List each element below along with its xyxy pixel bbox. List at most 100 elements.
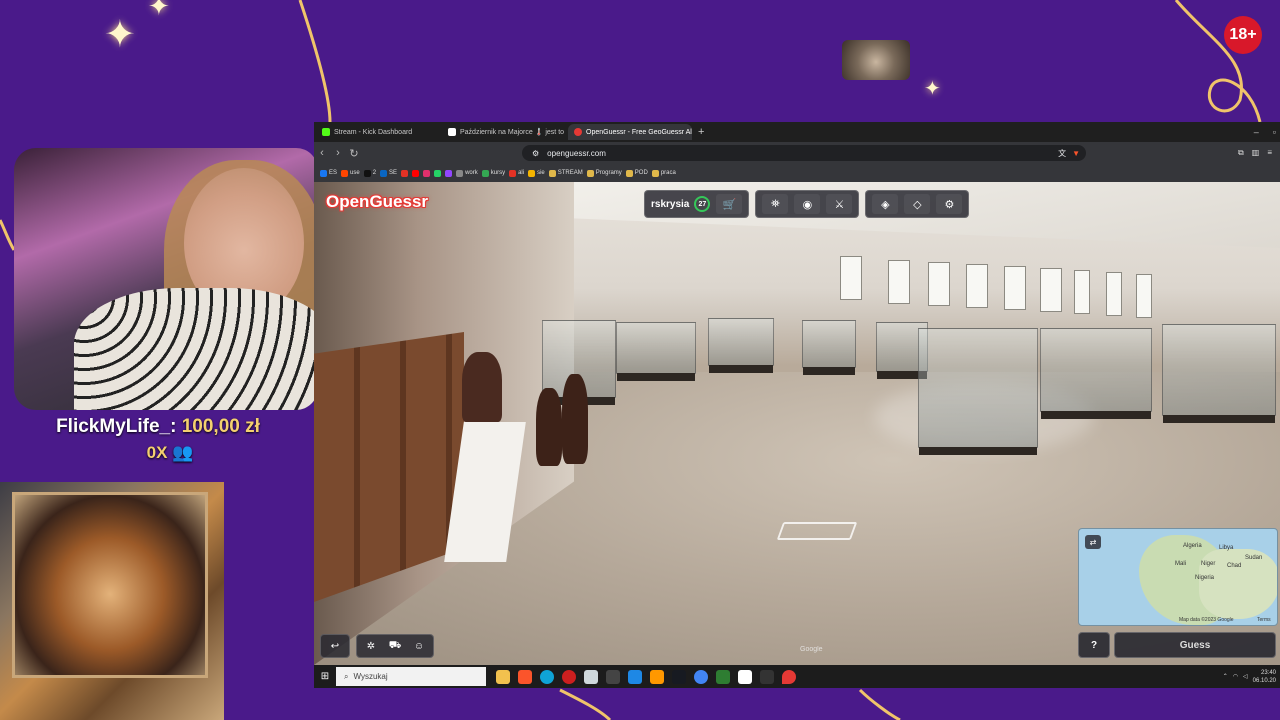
- opera-icon[interactable]: [562, 669, 576, 684]
- app-icon[interactable]: [584, 669, 598, 684]
- steam-icon[interactable]: [672, 669, 686, 684]
- map-label: Libya: [1219, 545, 1234, 551]
- tiktok-icon: [448, 128, 456, 136]
- map-terms[interactable]: Terms: [1257, 617, 1271, 623]
- obs-icon[interactable]: [760, 669, 774, 684]
- volume-icon[interactable]: ◁: [1243, 673, 1248, 680]
- tab-kick-dashboard[interactable]: Stream - Kick Dashboard: [316, 124, 440, 140]
- taskbar-clock[interactable]: 23:40 06.10.20: [1253, 669, 1276, 685]
- map-label: Sudan: [1245, 555, 1263, 561]
- museum-window: [966, 264, 988, 308]
- chevron-up-icon[interactable]: ⌃: [1223, 673, 1228, 680]
- streamer-webcam: [14, 148, 318, 410]
- bookmark-item[interactable]: [401, 169, 409, 177]
- undo-icon[interactable]: ↩: [325, 638, 345, 654]
- bookmark-folder[interactable]: Programy: [586, 169, 622, 177]
- bookmark-folder[interactable]: POD: [625, 169, 648, 177]
- bookmark-item[interactable]: ali: [509, 169, 524, 177]
- brave-icon[interactable]: [518, 669, 532, 684]
- guess-minimap[interactable]: ⇄ Algeria Libya Mali Niger Chad Nigeria …: [1078, 528, 1278, 626]
- donation-alert: FlickMyLife_: 100,00 zł: [0, 416, 316, 438]
- browser-window: Stream - Kick Dashboard Październik na M…: [314, 122, 1280, 688]
- app-icon[interactable]: [650, 669, 664, 684]
- tab-title: Październik na Majorce 🌡️ jest to na: [460, 129, 566, 136]
- wifi-icon[interactable]: ◠: [1233, 673, 1238, 680]
- age-rating-badge: 18+: [1224, 16, 1262, 54]
- bug-icon[interactable]: ✲: [361, 638, 381, 654]
- shop-cart-icon[interactable]: 🛒: [716, 194, 743, 214]
- tab-title: Stream - Kick Dashboard: [334, 128, 413, 136]
- new-tab-button[interactable]: +: [698, 126, 704, 138]
- display-case: [1162, 324, 1276, 423]
- people-icon: 👥: [172, 443, 194, 462]
- bookmark-item[interactable]: [445, 169, 453, 177]
- user-profile[interactable]: rskrysia 27: [651, 196, 711, 212]
- app-icon[interactable]: [738, 669, 752, 684]
- address-bar[interactable]: ⚙ openguessr.com 文 ▼: [522, 145, 1086, 161]
- map-label: Nigeria: [1195, 575, 1215, 581]
- cat-camera: [0, 482, 224, 720]
- bookmark-item[interactable]: ES: [320, 169, 337, 177]
- extensions-icon[interactable]: ⧉: [1238, 148, 1244, 158]
- minimize-icon[interactable]: –: [1254, 127, 1259, 137]
- bookmark-folder[interactable]: praca: [651, 169, 676, 177]
- windows-taskbar: ⊞ ⌕ Wyszukaj ⌃ ◠ ◁ 23:40 06.10.20: [314, 665, 1280, 688]
- menu-icon[interactable]: ≡: [1267, 148, 1272, 158]
- navigation-arrow[interactable]: [776, 522, 858, 540]
- brave-shield-icon[interactable]: ▼: [1072, 149, 1080, 158]
- app-icon[interactable]: [606, 669, 620, 684]
- mode-group: ⛯ ◉ ⚔: [755, 190, 860, 218]
- map-pin-icon[interactable]: [782, 669, 796, 684]
- app-icon[interactable]: [716, 669, 730, 684]
- stack-icon[interactable]: ◇: [904, 194, 931, 214]
- wooden-vase: [562, 374, 588, 464]
- expand-map-icon[interactable]: ⇄: [1085, 535, 1101, 549]
- translate-icon[interactable]: 文: [1058, 148, 1066, 159]
- bookmark-item[interactable]: kursy: [481, 169, 505, 177]
- bookmark-item[interactable]: use: [341, 169, 360, 177]
- bookmark-folder[interactable]: STREAM: [548, 169, 583, 177]
- bookmark-item[interactable]: work: [456, 169, 478, 177]
- bookmark-item[interactable]: SE: [380, 169, 397, 177]
- crossed-swords-icon[interactable]: ⚔: [826, 194, 853, 214]
- level-badge: 27: [694, 196, 711, 212]
- museum-window: [1004, 266, 1026, 310]
- incognito-icon[interactable]: ◉: [794, 194, 821, 214]
- viewer-counter: 0X 👥: [0, 443, 340, 463]
- robot-icon[interactable]: ☺: [409, 638, 429, 654]
- help-button[interactable]: ?: [1078, 632, 1110, 658]
- maximize-icon[interactable]: ▫: [1273, 127, 1276, 137]
- reload-icon[interactable]: ↻: [346, 147, 362, 160]
- map-attribution: Map data ©2023 Google: [1179, 617, 1234, 623]
- wooden-vase: [536, 388, 562, 466]
- map-pin-icon[interactable]: ⛯: [762, 194, 789, 214]
- username: rskrysia: [651, 198, 690, 210]
- windows-start-icon[interactable]: ⊞: [314, 671, 336, 682]
- back-icon[interactable]: ‹: [314, 147, 330, 159]
- search-placeholder: Wyszukaj: [353, 672, 388, 681]
- settings-group: ◈ ◇ ⚙: [865, 190, 970, 218]
- tab-openguessr[interactable]: OpenGuessr - Free GeoGuessr Al: [568, 124, 692, 140]
- sidebar-icon[interactable]: ▥: [1252, 148, 1260, 158]
- bookmark-item[interactable]: [434, 169, 442, 177]
- bookmark-item[interactable]: [423, 169, 431, 177]
- app-icon[interactable]: [628, 669, 642, 684]
- layers-icon[interactable]: ◈: [872, 194, 899, 214]
- taskbar-search[interactable]: ⌕ Wyszukaj: [336, 667, 486, 686]
- bookmark-item[interactable]: 2: [363, 169, 376, 177]
- user-group: rskrysia 27 🛒: [644, 190, 750, 218]
- bookmark-item[interactable]: [412, 169, 420, 177]
- forward-icon[interactable]: ›: [330, 147, 346, 159]
- chrome-icon[interactable]: [694, 669, 708, 684]
- car-icon[interactable]: ⛟: [385, 638, 405, 654]
- edge-icon[interactable]: [540, 669, 554, 684]
- tab-majorca[interactable]: Październik na Majorce 🌡️ jest to na: [442, 124, 566, 140]
- museum-window: [928, 262, 950, 306]
- street-view-panorama[interactable]: OpenGuessr rskrysia 27 🛒 ⛯ ◉ ⚔ ◈ ◇ ⚙ ↩ ✲…: [314, 182, 1280, 665]
- settings-icon[interactable]: ⚙: [936, 194, 963, 214]
- file-explorer-icon[interactable]: [496, 669, 510, 684]
- sparkle-icon: ✦: [104, 12, 136, 56]
- guess-button[interactable]: Guess: [1114, 632, 1276, 658]
- site-info-icon[interactable]: ⚙: [532, 149, 539, 158]
- bookmark-item[interactable]: sie: [528, 169, 545, 177]
